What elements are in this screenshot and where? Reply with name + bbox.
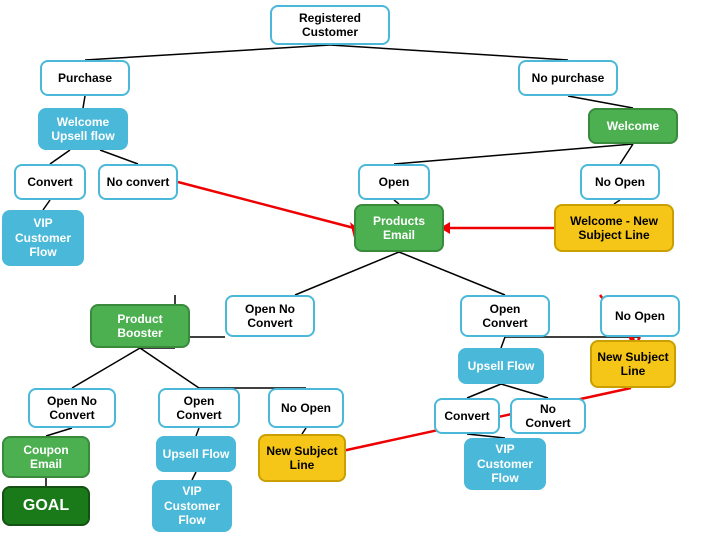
new-subject-bottom-node: New Subject Line <box>258 434 346 482</box>
no-open-right-node: No Open <box>580 164 660 200</box>
flow-diagram: Registered Customer Purchase No purchase… <box>0 0 718 540</box>
coupon-email-node: Coupon Email <box>2 436 90 478</box>
goal-node: GOAL <box>2 486 90 526</box>
convert-bottom-node: Convert <box>434 398 500 434</box>
vip-bottom-right-node: VIP Customer Flow <box>464 438 546 490</box>
purchase-node: Purchase <box>40 60 130 96</box>
no-open-mid-node: No Open <box>600 295 680 337</box>
product-booster-node: Product Booster <box>90 304 190 348</box>
open-no-convert-bottom-node: Open No Convert <box>28 388 116 428</box>
new-subject-right-node: New Subject Line <box>590 340 676 388</box>
no-convert-node: No convert <box>98 164 178 200</box>
vip-bottom-left-node: VIP Customer Flow <box>152 480 232 532</box>
convert-node: Convert <box>14 164 86 200</box>
welcome-new-subject-node: Welcome - New Subject Line <box>554 204 674 252</box>
open-node: Open <box>358 164 430 200</box>
welcome-upsell-node: Welcome Upsell flow <box>38 108 128 150</box>
welcome-node: Welcome <box>588 108 678 144</box>
registered-customer-node: Registered Customer <box>270 5 390 45</box>
open-no-convert-left-node: Open No Convert <box>225 295 315 337</box>
upsell-flow-right-node: Upsell Flow <box>458 348 544 384</box>
no-convert-bottom-node: No Convert <box>510 398 586 434</box>
open-convert-bottom-node: Open Convert <box>158 388 240 428</box>
open-convert-mid-node: Open Convert <box>460 295 550 337</box>
no-open-bottom-node: No Open <box>268 388 344 428</box>
upsell-flow-bottom-node: Upsell Flow <box>156 436 236 472</box>
products-email-node: Products Email <box>354 204 444 252</box>
vip-top-node: VIP Customer Flow <box>2 210 84 266</box>
no-purchase-node: No purchase <box>518 60 618 96</box>
